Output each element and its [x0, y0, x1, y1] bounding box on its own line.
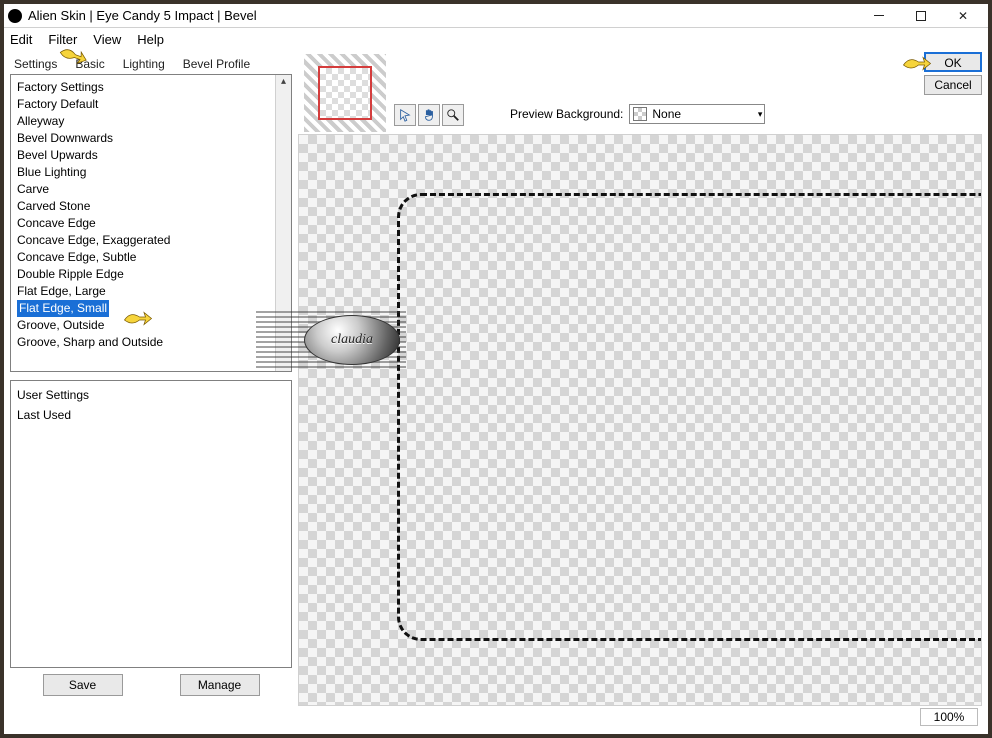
menu-view[interactable]: View: [93, 30, 121, 49]
zoom-tool[interactable]: [442, 104, 464, 126]
list-item[interactable]: Flat Edge, Large: [17, 283, 269, 300]
pointer-tool[interactable]: [394, 104, 416, 126]
list-item[interactable]: Alleyway: [17, 113, 269, 130]
preview-bg-label: Preview Background:: [510, 107, 623, 121]
selection-outline: [397, 193, 982, 641]
list-item[interactable]: Groove, Sharp and Outside: [17, 334, 269, 351]
list-item-selected[interactable]: Flat Edge, Small: [17, 300, 109, 317]
menu-help[interactable]: Help: [137, 30, 164, 49]
save-button[interactable]: Save: [43, 674, 123, 696]
factory-settings-list[interactable]: Factory Settings Factory Default Alleywa…: [10, 74, 292, 372]
manage-button[interactable]: Manage: [180, 674, 260, 696]
tabbar: Settings Basic Lighting Bevel Profile: [4, 53, 988, 73]
zoom-readout: 100%: [920, 708, 978, 726]
list-item[interactable]: Concave Edge, Exaggerated: [17, 232, 269, 249]
list-item[interactable]: Bevel Upwards: [17, 147, 269, 164]
window-title: Alien Skin | Eye Candy 5 Impact | Bevel: [28, 8, 257, 23]
tab-settings[interactable]: Settings: [12, 55, 59, 73]
preview-bg-select[interactable]: None ▾: [629, 104, 765, 124]
scrollbar[interactable]: ▴: [275, 75, 291, 371]
ok-button[interactable]: OK: [924, 52, 982, 72]
minimize-button[interactable]: [858, 6, 900, 26]
tab-bevel-profile[interactable]: Bevel Profile: [181, 55, 252, 73]
list-item[interactable]: Concave Edge, Subtle: [17, 249, 269, 266]
list-item[interactable]: Double Ripple Edge: [17, 266, 269, 283]
list-item[interactable]: Carved Stone: [17, 198, 269, 215]
tab-basic[interactable]: Basic: [73, 55, 106, 73]
close-button[interactable]: ✕: [942, 6, 984, 26]
thumbnail[interactable]: [304, 54, 386, 132]
chevron-down-icon: ▾: [758, 109, 763, 120]
preview-bg-value: None: [652, 107, 757, 121]
list-item[interactable]: Last Used: [17, 405, 285, 425]
list-header: Factory Settings: [17, 79, 269, 96]
thumbnail-selection: [318, 66, 372, 120]
preview-canvas[interactable]: [298, 134, 982, 706]
list-item[interactable]: Groove, Outside: [17, 317, 269, 334]
list-item[interactable]: User Settings: [17, 385, 285, 405]
scroll-up-icon[interactable]: ▴: [276, 75, 291, 91]
list-item[interactable]: Blue Lighting: [17, 164, 269, 181]
titlebar: Alien Skin | Eye Candy 5 Impact | Bevel …: [4, 4, 988, 28]
hand-tool[interactable]: [418, 104, 440, 126]
app-icon: [8, 9, 22, 23]
preview-panel: Preview Background: None ▾ 100%: [298, 74, 982, 726]
list-item[interactable]: Factory Default: [17, 96, 269, 113]
menu-filter[interactable]: Filter: [48, 30, 77, 49]
menu-edit[interactable]: Edit: [10, 30, 32, 49]
menubar: Edit Filter View Help: [4, 28, 988, 53]
settings-panel: Factory Settings Factory Default Alleywa…: [10, 74, 292, 726]
maximize-button[interactable]: [900, 6, 942, 26]
list-item[interactable]: Carve: [17, 181, 269, 198]
transparency-icon: [633, 107, 647, 121]
tab-lighting[interactable]: Lighting: [121, 55, 167, 73]
list-item[interactable]: Concave Edge: [17, 215, 269, 232]
user-settings-list[interactable]: User Settings Last Used: [10, 380, 292, 668]
list-item[interactable]: Bevel Downwards: [17, 130, 269, 147]
